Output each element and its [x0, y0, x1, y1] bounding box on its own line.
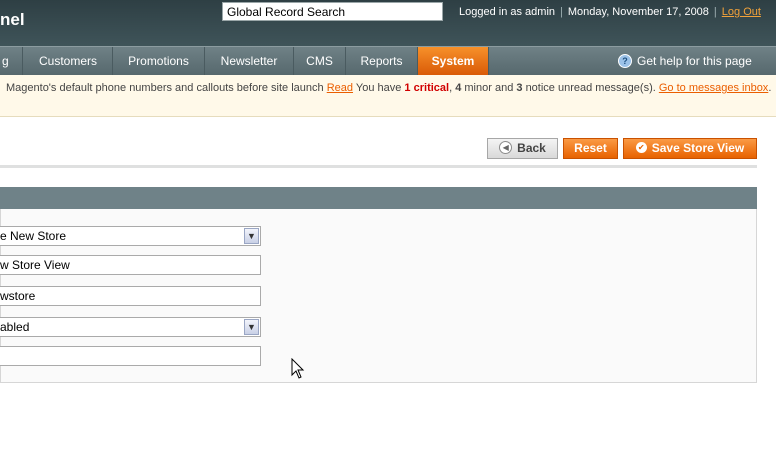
back-button[interactable]: ◀ Back — [487, 138, 558, 159]
help-label: Get help for this page — [637, 54, 752, 68]
chevron-down-icon[interactable]: ▼ — [244, 319, 259, 335]
critical-count: 1 — [404, 82, 411, 94]
logout-link[interactable]: Log Out — [722, 6, 761, 18]
help-icon: ? — [618, 53, 632, 68]
notice-text: Magento's default phone numbers and call… — [6, 82, 324, 94]
minor-label: minor and — [464, 82, 514, 94]
store-view-code-value: wstore — [0, 289, 36, 303]
mouse-pointer-icon — [291, 358, 305, 379]
date-text: Monday, November 17, 2008 — [567, 6, 709, 18]
main-nav: g Customers Promotions Newsletter CMS Re… — [0, 46, 776, 75]
reset-label: Reset — [574, 141, 607, 155]
store-view-code-input[interactable]: wstore — [0, 286, 261, 306]
save-store-view-button[interactable]: ✔ Save Store View — [623, 138, 757, 159]
notice-count: 3 — [516, 82, 523, 94]
fieldset-header — [0, 187, 757, 209]
minor-count: 4 — [455, 82, 462, 94]
admin-header: nel Logged in as admin | Monday, November … — [0, 0, 776, 46]
store-select-value: e New Store — [0, 229, 67, 243]
logged-in-text: Logged in as admin — [459, 6, 556, 18]
help-link[interactable]: ? Get help for this page — [618, 47, 752, 75]
back-label: Back — [517, 141, 546, 155]
store-view-name-value: w Store View — [0, 258, 70, 272]
store-select[interactable]: e New Store ▼ — [0, 226, 261, 246]
reset-button[interactable]: Reset — [563, 138, 618, 159]
notice-read-link[interactable]: Read — [327, 82, 353, 94]
notice-message: Magento's default phone numbers and call… — [6, 82, 772, 94]
notice-label: notice unread message(s). — [525, 82, 656, 94]
back-arrow-icon: ◀ — [499, 141, 513, 155]
nav-item-system[interactable]: System — [418, 47, 489, 75]
logo-text: nel — [0, 10, 25, 29]
critical-label: critical — [413, 82, 450, 94]
content-divider — [0, 165, 757, 168]
separator: | — [560, 6, 563, 18]
fieldset-body: e New Store ▼ w Store View wstore abled … — [0, 209, 757, 383]
header-user-info: Logged in as admin | Monday, November 17, … — [459, 6, 761, 18]
nav-item-catalog[interactable]: g — [0, 47, 23, 75]
system-notice-bar: Magento's default phone numbers and call… — [0, 75, 776, 117]
nav-item-promotions[interactable]: Promotions — [113, 47, 205, 75]
notice-tail: . — [768, 82, 772, 94]
separator: | — [713, 6, 717, 18]
chevron-down-icon[interactable]: ▼ — [244, 228, 259, 244]
status-select[interactable]: abled ▼ — [0, 317, 261, 337]
checkmark-icon: ✔ — [635, 142, 647, 154]
status-select-value: abled — [0, 320, 30, 334]
global-search-input[interactable] — [222, 2, 443, 21]
nav-item-cms[interactable]: CMS — [294, 47, 346, 75]
messages-inbox-link[interactable]: Go to messages inbox — [659, 82, 768, 94]
save-label: Save Store View — [651, 141, 745, 155]
sort-order-input[interactable] — [0, 346, 261, 366]
nav-item-reports[interactable]: Reports — [346, 47, 418, 75]
notice-you-have: You have — [355, 82, 402, 94]
nav-item-newsletter[interactable]: Newsletter — [205, 47, 294, 75]
nav-item-customers[interactable]: Customers — [24, 47, 113, 75]
store-view-name-input[interactable]: w Store View — [0, 255, 261, 275]
